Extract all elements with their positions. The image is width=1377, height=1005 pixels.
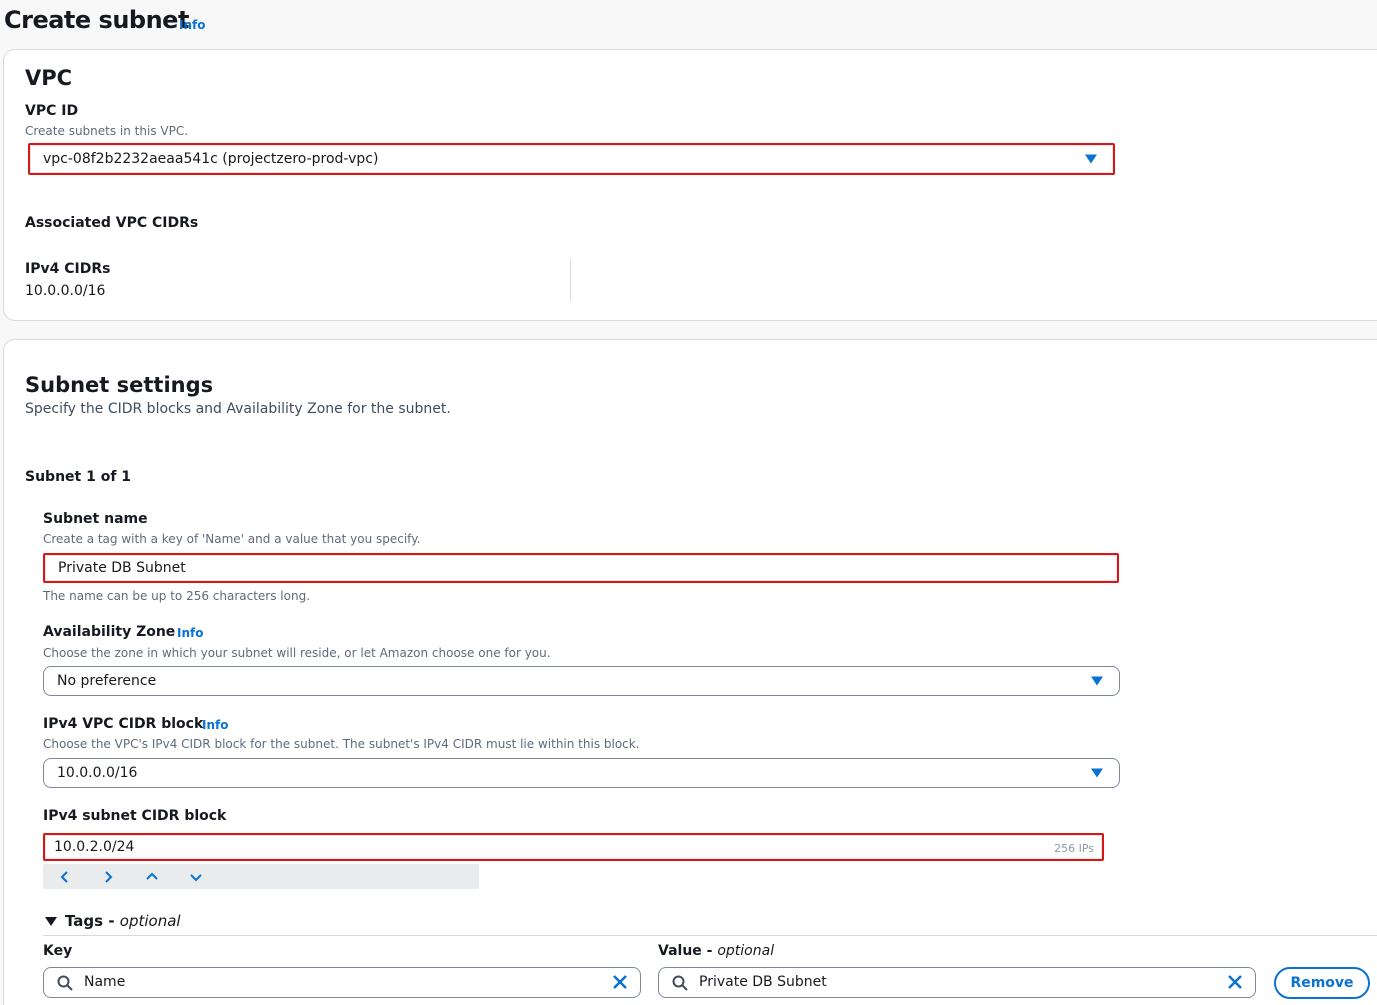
chevron-up-icon[interactable]: [142, 867, 162, 887]
clear-icon[interactable]: [1227, 974, 1243, 994]
subnet-cidr-block-input[interactable]: 10.0.2.0/24 256 IPs: [43, 833, 1104, 861]
subnet-cidr-block-label: IPv4 subnet CIDR block: [43, 808, 227, 824]
caret-down-icon: [1091, 676, 1103, 686]
caret-down-icon: [1085, 154, 1097, 164]
subnet-name-label: Subnet name: [43, 511, 148, 527]
vpc-heading: VPC: [25, 66, 73, 90]
tag-value-input[interactable]: Private DB Subnet: [658, 967, 1256, 998]
tag-value-value: Private DB Subnet: [699, 974, 827, 990]
ipv4-cidrs-label: IPv4 CIDRs: [25, 261, 111, 277]
search-icon: [672, 975, 688, 995]
subnet-name-value: Private DB Subnet: [58, 560, 186, 576]
tag-value-label: Value: [658, 943, 702, 959]
subnet-name-input[interactable]: Private DB Subnet: [43, 553, 1119, 583]
remove-tag-button[interactable]: Remove: [1274, 967, 1370, 999]
vpc-id-label: VPC ID: [25, 103, 79, 119]
vpc-cidr-block-select[interactable]: 10.0.0.0/16: [43, 758, 1120, 788]
column-divider: [570, 259, 571, 301]
tags-divider: [43, 935, 1377, 936]
subnet-settings-heading: Subnet settings: [25, 373, 214, 397]
availability-zone-value: No preference: [57, 673, 157, 689]
vpc-id-value: vpc-08f2b2232aeaa541c (projectzero-prod-…: [43, 151, 379, 167]
subnet-counter: Subnet 1 of 1: [25, 469, 132, 485]
tags-heading: Tags: [65, 912, 104, 930]
vpc-cidr-block-info-link[interactable]: Info: [202, 718, 228, 732]
ipv4-cidrs-value: 10.0.0.0/16: [25, 283, 106, 299]
vpc-id-description: Create subnets in this VPC.: [25, 124, 189, 138]
vpc-card: [3, 49, 1377, 321]
associated-cidrs-heading: Associated VPC CIDRs: [25, 215, 199, 231]
chevron-left-icon[interactable]: [55, 867, 75, 887]
page-title: Create subnet: [4, 6, 189, 34]
tags-optional: optional: [119, 912, 181, 930]
tags-expander[interactable]: Tags - optional: [43, 912, 181, 930]
subnet-cidr-block-value: 10.0.2.0/24: [54, 839, 135, 855]
availability-zone-description: Choose the zone in which your subnet wil…: [43, 646, 551, 660]
page-info-link[interactable]: Info: [179, 18, 205, 32]
chevron-down-icon[interactable]: [186, 867, 206, 887]
subnet-settings-description: Specify the CIDR blocks and Availability…: [25, 401, 451, 417]
vpc-cidr-block-value: 10.0.0.0/16: [57, 765, 138, 781]
clear-icon[interactable]: [612, 974, 628, 994]
tag-value-label-group: Value - optional: [658, 943, 775, 959]
chevron-right-icon[interactable]: [98, 867, 118, 887]
tag-key-input[interactable]: Name: [43, 967, 641, 998]
caret-down-icon: [1091, 768, 1103, 778]
tag-key-value: Name: [84, 974, 126, 990]
vpc-cidr-block-description: Choose the VPC's IPv4 CIDR block for the…: [43, 737, 640, 751]
search-icon: [57, 975, 73, 995]
cidr-adjust-bar: [43, 864, 479, 889]
subnet-name-description: Create a tag with a key of 'Name' and a …: [43, 532, 421, 546]
subnet-name-hint: The name can be up to 256 characters lon…: [43, 589, 311, 603]
tag-value-optional: optional: [717, 943, 775, 959]
availability-zone-info-link[interactable]: Info: [177, 626, 203, 640]
availability-zone-select[interactable]: No preference: [43, 666, 1120, 696]
tag-key-label: Key: [43, 943, 73, 959]
availability-zone-label: Availability Zone: [43, 624, 176, 640]
caret-down-icon: [45, 916, 57, 926]
vpc-id-select[interactable]: vpc-08f2b2232aeaa541c (projectzero-prod-…: [28, 143, 1115, 175]
ip-count-label: 256 IPs: [1054, 842, 1094, 855]
vpc-cidr-block-label: IPv4 VPC CIDR block: [43, 716, 204, 732]
